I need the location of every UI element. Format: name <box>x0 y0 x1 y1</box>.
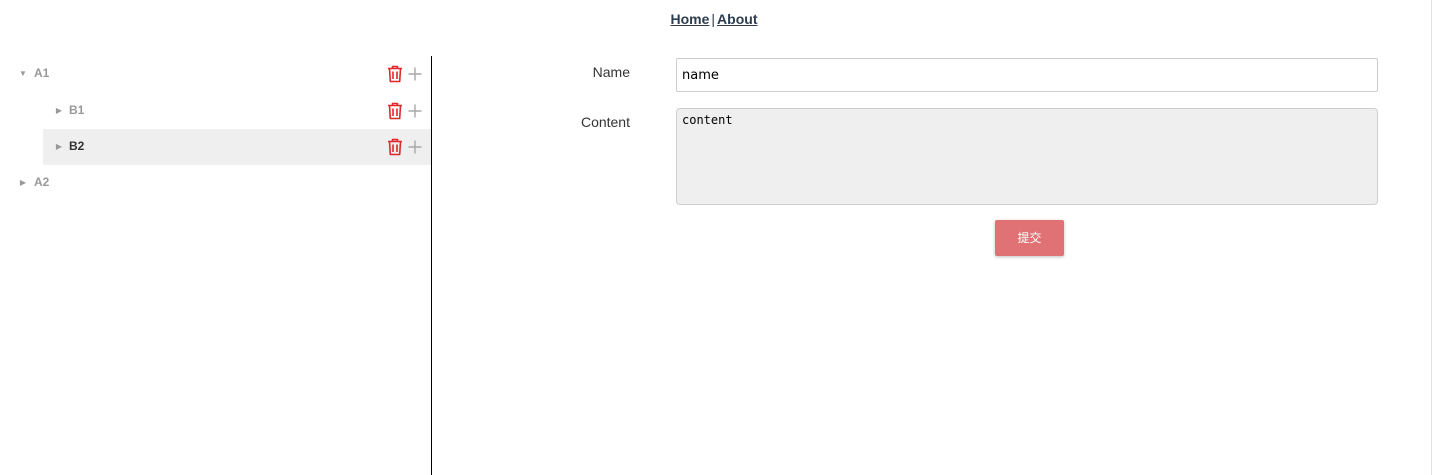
submit-button[interactable]: 提交 <box>995 220 1064 256</box>
nav-separator: | <box>711 11 716 27</box>
tree-node-label[interactable]: B1 <box>69 93 84 129</box>
about-link[interactable]: About <box>717 11 757 27</box>
trash-icon[interactable] <box>387 138 403 156</box>
top-nav: Home | About <box>0 10 1428 28</box>
plus-icon[interactable] <box>407 65 423 83</box>
tree-node-a1[interactable]: ▼ A1 <box>0 56 431 92</box>
trash-icon[interactable] <box>387 102 403 120</box>
tree-node-label[interactable]: B2 <box>69 129 84 165</box>
content-label: Content <box>580 114 630 130</box>
expand-arrow-icon[interactable]: ▶ <box>54 93 64 129</box>
window-edge-divider <box>1431 0 1432 475</box>
plus-icon[interactable] <box>407 138 423 156</box>
content-textarea[interactable]: content <box>676 108 1378 205</box>
tree-node-a2[interactable]: ▶ A2 <box>0 165 431 201</box>
tree-panel: ▼ A1 ▶ B1 ▶ B2 ▶ A2 <box>0 56 432 475</box>
expand-arrow-icon[interactable]: ▶ <box>18 165 28 201</box>
home-link[interactable]: Home <box>671 11 710 27</box>
tree-node-b1[interactable]: ▶ B1 <box>0 93 431 129</box>
trash-icon[interactable] <box>387 65 403 83</box>
tree-node-label[interactable]: A1 <box>34 56 49 92</box>
name-label: Name <box>592 64 630 80</box>
tree-node-b2[interactable]: ▶ B2 <box>43 129 431 165</box>
name-input[interactable] <box>676 58 1378 92</box>
expand-arrow-icon[interactable]: ▶ <box>54 129 64 165</box>
collapse-arrow-icon[interactable]: ▼ <box>18 56 28 92</box>
page: Home | About ▼ A1 ▶ B1 ▶ B2 ▶ A2 Name na… <box>0 0 1433 475</box>
tree-node-label[interactable]: A2 <box>34 165 49 201</box>
plus-icon[interactable] <box>407 102 423 120</box>
